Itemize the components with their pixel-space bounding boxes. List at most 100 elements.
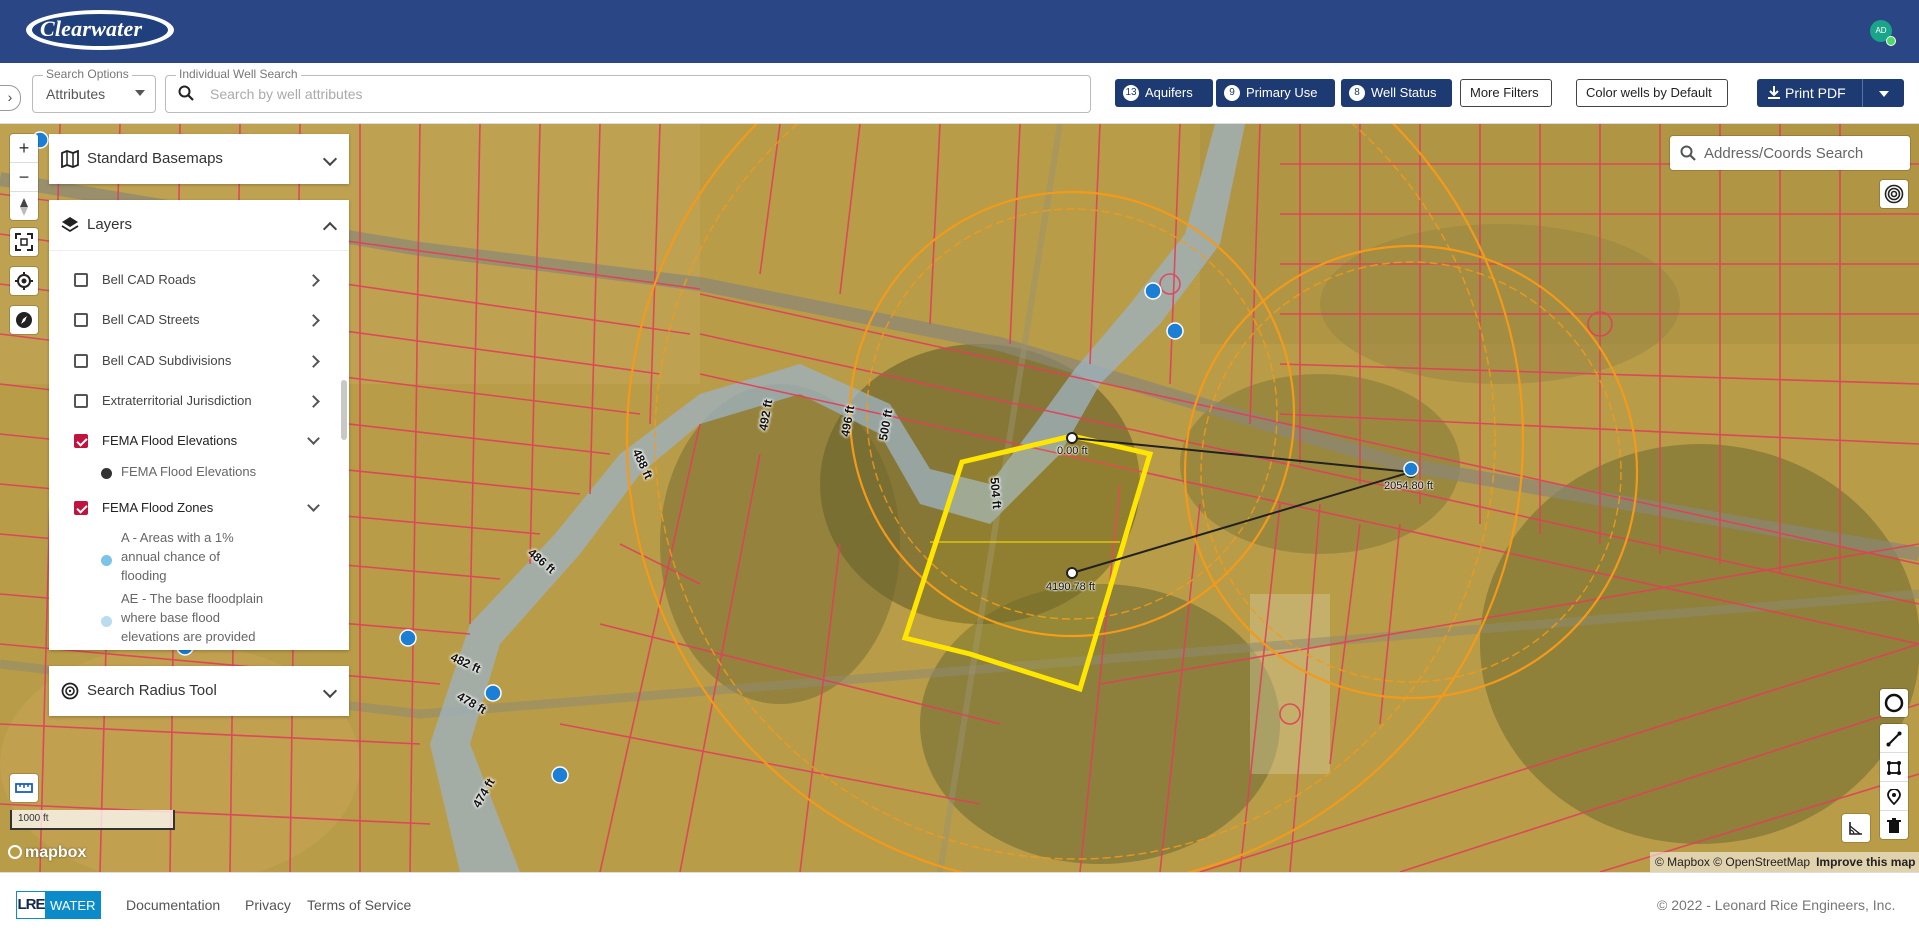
well-search-placeholder: Search by well attributes bbox=[210, 86, 363, 102]
crosshair-icon bbox=[15, 271, 33, 290]
layers-panel-header[interactable]: Layers bbox=[49, 200, 349, 251]
draw-toolbar bbox=[1880, 724, 1908, 839]
geolocate-button[interactable] bbox=[10, 267, 38, 295]
print-pdf-button[interactable]: Print PDF bbox=[1757, 79, 1862, 107]
terms-link[interactable]: Terms of Service bbox=[307, 897, 411, 913]
layers-panel: Layers Bell CAD Roads Bell CAD Streets B… bbox=[49, 200, 349, 650]
mapbox-wordmark: mapbox bbox=[25, 844, 87, 861]
fullscreen-icon bbox=[15, 232, 33, 251]
chevron-down-icon bbox=[322, 683, 338, 699]
layer-row-bell-cad-roads[interactable]: Bell CAD Roads bbox=[49, 270, 349, 294]
draw-polygon-button[interactable] bbox=[1880, 753, 1908, 782]
draw-line-button[interactable] bbox=[1880, 724, 1908, 753]
layer-checkbox[interactable] bbox=[74, 434, 88, 448]
legend-label-zone-ae: AE - The base floodplain where base floo… bbox=[121, 589, 263, 646]
layer-label: Extraterritorial Jurisdiction bbox=[102, 393, 252, 408]
color-wells-button[interactable]: Color wells by Default bbox=[1576, 79, 1728, 107]
chevron-down-icon bbox=[322, 151, 338, 167]
legend-line: annual chance of bbox=[121, 549, 221, 564]
draw-point-button[interactable] bbox=[1880, 782, 1908, 811]
address-search-input[interactable]: Address/Coords Search bbox=[1670, 136, 1910, 170]
chevron-right-icon[interactable] bbox=[307, 314, 320, 327]
search-radius-panel[interactable]: Search Radius Tool bbox=[49, 666, 349, 716]
map-icon bbox=[61, 150, 79, 168]
fullscreen-button[interactable] bbox=[10, 228, 38, 256]
mapbox-logo[interactable]: mapbox bbox=[8, 844, 86, 862]
legend-dot bbox=[101, 616, 112, 627]
legend-line: A - Areas with a 1% bbox=[121, 530, 234, 545]
copyright-text: © 2022 - Leonard Rice Engineers, Inc. bbox=[1657, 897, 1896, 913]
aquifers-filter-button[interactable]: 13 Aquifers bbox=[1115, 79, 1213, 107]
layer-checkbox[interactable] bbox=[74, 313, 88, 327]
print-options-dropdown[interactable] bbox=[1862, 79, 1904, 107]
caret-down-icon bbox=[135, 90, 145, 96]
chevron-right-icon[interactable] bbox=[307, 395, 320, 408]
chevron-right-icon[interactable] bbox=[307, 355, 320, 368]
improve-map-link[interactable]: Improve this map bbox=[1816, 855, 1915, 869]
line-icon bbox=[1886, 731, 1902, 747]
legend-label-zone-a: A - Areas with a 1% annual chance of flo… bbox=[121, 528, 234, 585]
chevron-down-icon[interactable] bbox=[307, 432, 320, 445]
map-canvas[interactable]: 492 ft 488 ft 486 ft 482 ft 478 ft 474 f… bbox=[0, 124, 1919, 872]
map-pin-icon bbox=[1887, 788, 1901, 806]
layer-label: Bell CAD Roads bbox=[102, 272, 196, 287]
legend-line: flooding bbox=[121, 568, 167, 583]
measure-label: 4190.78 ft bbox=[1046, 581, 1095, 593]
online-status-dot bbox=[1886, 36, 1896, 46]
search-icon bbox=[178, 85, 194, 101]
app-footer: LRE WATER Documentation Privacy Terms of… bbox=[0, 872, 1919, 935]
primary-use-label: Primary Use bbox=[1246, 85, 1318, 100]
well-status-label: Well Status bbox=[1371, 85, 1437, 100]
search-radius-title: Search Radius Tool bbox=[87, 682, 217, 699]
layer-checkbox[interactable] bbox=[74, 273, 88, 287]
compass-reset-button[interactable] bbox=[10, 192, 38, 220]
clearwater-logo[interactable]: Clearwater bbox=[26, 10, 174, 50]
layers-scrollbar[interactable] bbox=[341, 380, 347, 440]
well-status-filter-button[interactable]: 8 Well Status bbox=[1341, 79, 1452, 107]
well-search-input[interactable]: Individual Well Search Search by well at… bbox=[165, 67, 1091, 113]
layer-checkbox[interactable] bbox=[74, 354, 88, 368]
search-icon bbox=[1680, 145, 1696, 161]
zoom-control: + − bbox=[10, 134, 38, 220]
delete-drawing-button[interactable] bbox=[1880, 811, 1908, 839]
measure-tool-button[interactable] bbox=[10, 774, 38, 802]
zoom-out-button[interactable]: − bbox=[10, 163, 38, 192]
trash-icon bbox=[1887, 818, 1901, 834]
print-pdf-label: Print PDF bbox=[1785, 85, 1846, 101]
layers-title: Layers bbox=[87, 216, 133, 233]
layer-row-etj[interactable]: Extraterritorial Jurisdiction bbox=[49, 391, 349, 415]
angle-measure-button[interactable] bbox=[1842, 814, 1870, 842]
layer-row-bell-cad-streets[interactable]: Bell CAD Streets bbox=[49, 310, 349, 334]
radius-target-button[interactable] bbox=[1880, 180, 1908, 208]
angle-icon bbox=[1849, 821, 1862, 835]
measure-label: 2054.80 ft bbox=[1384, 480, 1433, 492]
chevron-right-icon[interactable] bbox=[307, 274, 320, 287]
basemaps-panel[interactable]: Standard Basemaps bbox=[49, 134, 349, 184]
compass-button[interactable] bbox=[10, 306, 38, 334]
layers-icon bbox=[61, 217, 79, 233]
layer-label: FEMA Flood Elevations bbox=[102, 433, 238, 448]
layer-checkbox[interactable] bbox=[74, 394, 88, 408]
documentation-link[interactable]: Documentation bbox=[126, 897, 220, 913]
layer-label: Bell CAD Subdivisions bbox=[102, 353, 232, 368]
layer-row-fema-flood-zones[interactable]: FEMA Flood Zones bbox=[49, 498, 349, 522]
more-filters-button[interactable]: More Filters bbox=[1460, 79, 1552, 107]
layer-row-bell-cad-subdivisions[interactable]: Bell CAD Subdivisions bbox=[49, 351, 349, 375]
sidebar-toggle-button[interactable]: › bbox=[0, 85, 21, 111]
search-options-select[interactable]: Search Options Attributes bbox=[32, 67, 156, 113]
layer-label: FEMA Flood Zones bbox=[102, 500, 214, 515]
address-search-placeholder: Address/Coords Search bbox=[1704, 145, 1864, 162]
lre-water-logo[interactable]: LRE WATER bbox=[16, 891, 101, 919]
layer-row-fema-flood-elevations[interactable]: FEMA Flood Elevations bbox=[49, 431, 349, 455]
zoom-in-button[interactable]: + bbox=[10, 134, 38, 163]
chevron-down-icon[interactable] bbox=[307, 499, 320, 512]
legend-line: AE - The base floodplain bbox=[121, 591, 264, 606]
privacy-link[interactable]: Privacy bbox=[245, 897, 291, 913]
aquifers-count-badge: 13 bbox=[1123, 84, 1139, 101]
download-icon bbox=[1768, 86, 1780, 99]
app-name: Clearwater bbox=[40, 16, 143, 41]
layer-checkbox[interactable] bbox=[74, 501, 88, 515]
primary-use-filter-button[interactable]: 9 Primary Use bbox=[1216, 79, 1335, 107]
draw-circle-button[interactable] bbox=[1880, 689, 1908, 717]
primary-use-count-badge: 9 bbox=[1224, 84, 1240, 101]
